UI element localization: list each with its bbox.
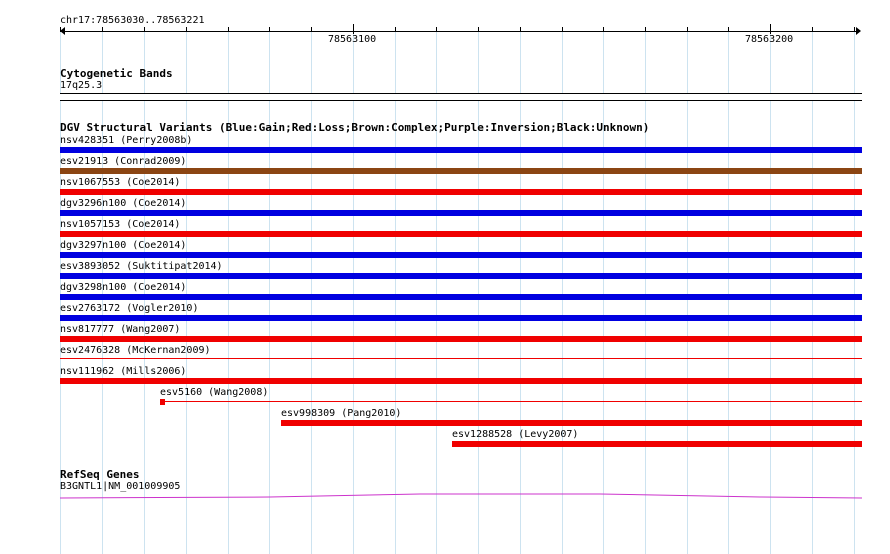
ruler-tick xyxy=(228,27,229,32)
refseq-gene-label[interactable]: B3GNTL1|NM_001009905 xyxy=(60,481,180,493)
dgv-feature-bar[interactable] xyxy=(60,358,862,359)
grid-line xyxy=(269,30,270,554)
ruler-tick xyxy=(603,27,604,32)
grid-line xyxy=(228,30,229,554)
grid-line xyxy=(812,30,813,554)
dgv-feature-bar[interactable] xyxy=(60,294,862,300)
dgv-feature-bar[interactable] xyxy=(60,147,862,153)
dgv-feature-bar[interactable] xyxy=(60,336,862,342)
grid-line xyxy=(854,30,855,554)
ruler-tick xyxy=(520,27,521,32)
grid-line xyxy=(728,30,729,554)
grid-line xyxy=(353,30,354,554)
ruler-tick xyxy=(269,27,270,32)
dgv-feature-bar[interactable] xyxy=(60,189,862,195)
dgv-feature-label: esv998309 (Pang2010) xyxy=(281,408,402,419)
ruler-label-78563200: 78563200 xyxy=(745,34,794,45)
ruler-tick xyxy=(478,27,479,32)
dgv-feature-label: dgv3296n100 (Coe2014) xyxy=(60,198,187,209)
ruler-tick xyxy=(645,27,646,32)
ruler-major-tick xyxy=(770,24,771,34)
dgv-feature-bar[interactable] xyxy=(60,168,862,174)
dgv-feature-label: esv2476328 (McKernan2009) xyxy=(60,345,211,356)
cytoband-bar[interactable] xyxy=(60,93,862,101)
dgv-feature-extent-line xyxy=(165,401,862,402)
ruler-axis-line xyxy=(62,31,858,32)
dgv-feature-bar[interactable] xyxy=(281,420,862,426)
ruler-tick xyxy=(395,27,396,32)
dgv-feature-bar[interactable] xyxy=(60,378,862,384)
cytoband-track-title[interactable]: Cytogenetic Bands xyxy=(60,67,173,80)
dgv-track-title[interactable]: DGV Structural Variants (Blue:Gain;Red:L… xyxy=(60,121,649,134)
dgv-feature-label: nsv111962 (Mills2006) xyxy=(60,366,187,377)
dgv-feature-label: dgv3297n100 (Coe2014) xyxy=(60,240,187,251)
dgv-feature-label: nsv428351 (Perry2008b) xyxy=(60,135,193,146)
grid-line xyxy=(645,30,646,554)
dgv-feature-label: esv21913 (Conrad2009) xyxy=(60,156,187,167)
dgv-feature-label: dgv3298n100 (Coe2014) xyxy=(60,282,187,293)
refseq-gene-line xyxy=(59,493,863,499)
dgv-feature-label: nsv1057153 (Coe2014) xyxy=(60,219,181,230)
dgv-feature-bar[interactable] xyxy=(60,273,862,279)
dgv-feature-label: esv5160 (Wang2008) xyxy=(160,387,269,398)
ruler-tick xyxy=(311,27,312,32)
grid-line xyxy=(562,30,563,554)
grid-line xyxy=(478,30,479,554)
grid-line xyxy=(436,30,437,554)
ruler-tick xyxy=(562,27,563,32)
grid-line xyxy=(395,30,396,554)
ruler-tick xyxy=(60,27,61,32)
grid-line xyxy=(520,30,521,554)
cytoband-label: 17q25.3 xyxy=(60,80,103,91)
dgv-feature-label: nsv1067553 (Coe2014) xyxy=(60,177,181,188)
dgv-feature-bar[interactable] xyxy=(60,231,862,237)
dgv-feature-bar[interactable] xyxy=(60,210,862,216)
grid-line xyxy=(687,30,688,554)
dgv-feature-bar[interactable] xyxy=(60,315,862,321)
grid-line xyxy=(311,30,312,554)
dgv-feature-bar[interactable] xyxy=(60,252,862,258)
dgv-feature-bar[interactable] xyxy=(160,399,165,405)
ruler-tick xyxy=(436,27,437,32)
ruler-tick xyxy=(728,27,729,32)
grid-line xyxy=(770,30,771,554)
ruler-tick xyxy=(687,27,688,32)
genome-browser: chr17:78563030..78563221 78563100 785632… xyxy=(0,0,890,554)
ruler-tick xyxy=(812,27,813,32)
dgv-feature-label: esv3893052 (Suktitipat2014) xyxy=(60,261,223,272)
dgv-feature-bar[interactable] xyxy=(452,441,862,447)
dgv-feature-label: esv1288528 (Levy2007) xyxy=(452,429,579,440)
ruler-tick xyxy=(854,27,855,32)
ruler-tick xyxy=(186,27,187,32)
ruler-right-arrow-icon xyxy=(856,27,861,35)
refseq-track-title[interactable]: RefSeq Genes xyxy=(60,468,139,481)
dgv-feature-label: nsv817777 (Wang2007) xyxy=(60,324,181,335)
ruler-label-78563100: 78563100 xyxy=(328,34,377,45)
ruler-location: chr17:78563030..78563221 xyxy=(60,15,205,26)
grid-line xyxy=(603,30,604,554)
ruler-major-tick xyxy=(353,24,354,34)
ruler-tick xyxy=(102,27,103,32)
ruler-tick xyxy=(144,27,145,32)
dgv-feature-label: esv2763172 (Vogler2010) xyxy=(60,303,199,314)
